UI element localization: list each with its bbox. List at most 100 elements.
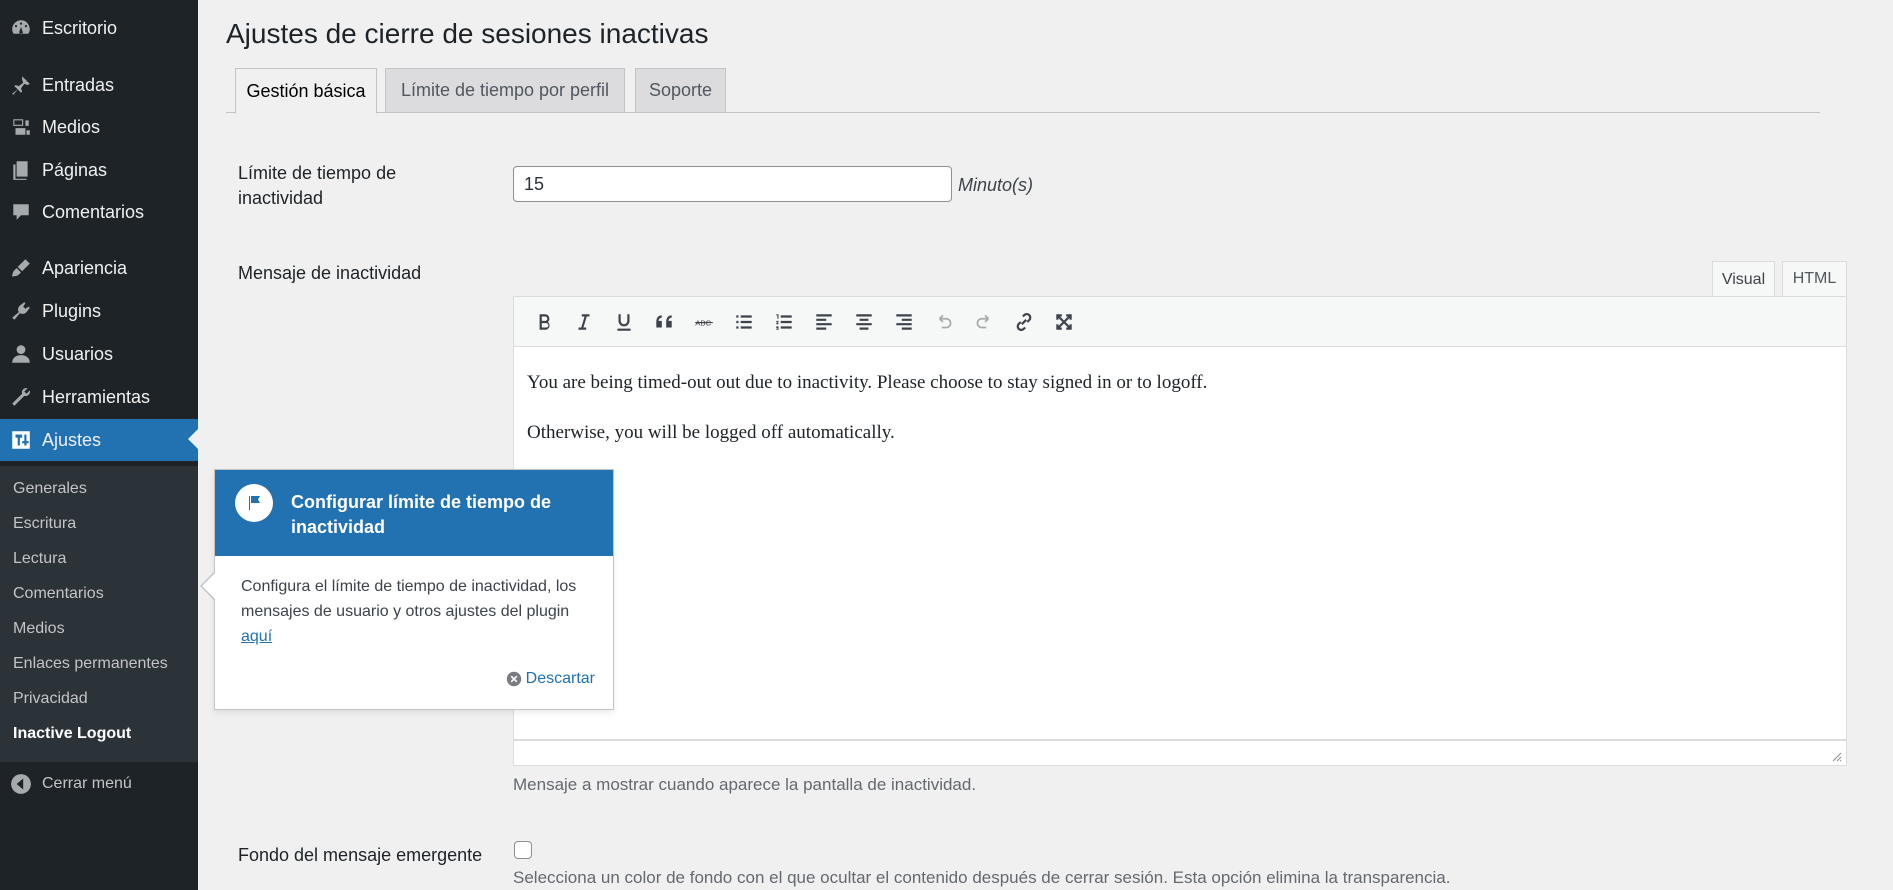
editor-paragraph: Otherwise, you will be logged off automa… bbox=[527, 422, 895, 443]
sidebar-item-paginas[interactable]: Páginas bbox=[0, 150, 198, 190]
pages-icon bbox=[0, 159, 42, 181]
sidebar-item-escritorio[interactable]: Escritorio bbox=[0, 8, 198, 48]
numbered-list-button[interactable] bbox=[764, 302, 804, 342]
sidebar-item-comentarios[interactable]: Comentarios bbox=[0, 192, 198, 232]
pointer-arrow-inner bbox=[202, 573, 215, 599]
submenu-item-lectura[interactable]: Lectura bbox=[13, 550, 66, 568]
submenu-item-medios[interactable]: Medios bbox=[13, 620, 65, 638]
sidebar-item-label: Páginas bbox=[42, 159, 108, 180]
quote-icon bbox=[656, 314, 672, 327]
tab-limite-por-perfil[interactable]: Límite de tiempo por perfil bbox=[385, 68, 625, 113]
align-right-button[interactable] bbox=[884, 302, 924, 342]
wrench-icon bbox=[0, 386, 42, 408]
underline-button[interactable] bbox=[604, 302, 644, 342]
collapse-menu-label: Cerrar menú bbox=[42, 775, 132, 792]
sidebar-item-ajustes[interactable]: Ajustes bbox=[0, 419, 198, 461]
message-label: Mensaje de inactividad bbox=[238, 263, 422, 283]
fullscreen-button[interactable] bbox=[1044, 302, 1084, 342]
editor-paragraph: You are being timed-out out due to inact… bbox=[527, 372, 1208, 393]
dismiss-button[interactable]: Descartar bbox=[506, 670, 595, 688]
close-circle-icon bbox=[506, 671, 521, 687]
settings-icon bbox=[0, 429, 42, 451]
page-title: Ajustes de cierre de sesiones inactivas bbox=[226, 18, 709, 49]
media-icon bbox=[0, 116, 42, 138]
tab-soporte[interactable]: Soporte bbox=[635, 68, 726, 113]
onboarding-pointer: Configurar límite de tiempo de inactivid… bbox=[214, 469, 614, 710]
editor-toolbar: ABC bbox=[513, 296, 1847, 347]
sidebar-item-apariencia[interactable]: Apariencia bbox=[0, 248, 198, 288]
redo-icon bbox=[976, 314, 990, 328]
undo-icon bbox=[938, 314, 952, 328]
flag-icon bbox=[235, 484, 273, 522]
align-center-button[interactable] bbox=[844, 302, 884, 342]
collapse-arrow-icon bbox=[0, 773, 42, 795]
sidebar-item-label: Entradas bbox=[42, 74, 115, 95]
sidebar-item-label: Escritorio bbox=[42, 17, 118, 38]
sidebar-item-label: Usuarios bbox=[42, 343, 114, 364]
collapse-menu-button[interactable]: Cerrar menú bbox=[0, 764, 198, 804]
sidebar-item-entradas[interactable]: Entradas bbox=[0, 65, 198, 105]
italic-button[interactable] bbox=[564, 302, 604, 342]
resize-handle-icon[interactable] bbox=[1830, 750, 1842, 762]
background-help-text: Selecciona un color de fondo con el que … bbox=[513, 868, 1451, 887]
settings-submenu: Generales Escritura Lectura Comentarios … bbox=[0, 466, 198, 762]
blockquote-button[interactable] bbox=[644, 302, 684, 342]
bullet-list-button[interactable] bbox=[724, 302, 764, 342]
numbered-list-icon bbox=[776, 313, 792, 330]
sidebar-item-label: Apariencia bbox=[42, 257, 128, 278]
tab-html[interactable]: HTML bbox=[1782, 261, 1847, 297]
tab-gestion-basica[interactable]: Gestión básica bbox=[235, 68, 377, 114]
submenu-item-inactive-logout[interactable]: Inactive Logout bbox=[13, 725, 131, 743]
editor-statusbar bbox=[513, 740, 1847, 766]
redo-button[interactable] bbox=[964, 302, 1004, 342]
settings-tabs: Gestión básica Límite de tiempo por perf… bbox=[226, 68, 1820, 114]
submenu-item-generales[interactable]: Generales bbox=[13, 480, 87, 498]
sidebar-item-herramientas[interactable]: Herramientas bbox=[0, 377, 198, 417]
brush-icon bbox=[0, 257, 42, 279]
align-left-button[interactable] bbox=[804, 302, 844, 342]
align-right-icon bbox=[896, 313, 912, 330]
pointer-body: Configura el límite de tiempo de inactiv… bbox=[241, 574, 591, 649]
comments-icon bbox=[0, 201, 42, 223]
background-checkbox[interactable] bbox=[514, 841, 532, 859]
submenu-item-escritura[interactable]: Escritura bbox=[13, 515, 76, 533]
italic-icon bbox=[578, 313, 590, 330]
message-help-text: Mensaje a mostrar cuando aparece la pant… bbox=[513, 775, 977, 794]
undo-button[interactable] bbox=[924, 302, 964, 342]
bold-button[interactable] bbox=[524, 302, 564, 342]
user-icon bbox=[0, 343, 42, 365]
sidebar-item-plugins[interactable]: Plugins bbox=[0, 291, 198, 331]
align-center-icon bbox=[856, 313, 872, 330]
timeout-input[interactable] bbox=[513, 166, 952, 202]
sidebar-item-label: Herramientas bbox=[42, 386, 151, 407]
dismiss-label: Descartar bbox=[525, 670, 595, 687]
pointer-link[interactable]: aquí bbox=[241, 628, 272, 645]
underline-icon bbox=[617, 313, 631, 331]
strikethrough-button[interactable]: ABC bbox=[684, 302, 724, 342]
admin-sidebar: Escritorio Entradas Medios Páginas Comen… bbox=[0, 0, 198, 890]
strikethrough-icon: ABC bbox=[695, 318, 713, 327]
pointer-title: Configurar límite de tiempo de inactivid… bbox=[291, 492, 552, 537]
fullscreen-icon bbox=[1056, 313, 1072, 330]
submenu-item-privacidad[interactable]: Privacidad bbox=[13, 690, 88, 708]
submenu-item-enlaces-permanentes[interactable]: Enlaces permanentes bbox=[13, 655, 168, 673]
bold-icon bbox=[539, 313, 550, 330]
submenu-item-comentarios[interactable]: Comentarios bbox=[13, 585, 104, 603]
sidebar-item-label: Plugins bbox=[42, 300, 102, 321]
sidebar-item-label: Comentarios bbox=[42, 201, 145, 222]
background-label: Fondo del mensaje emergente bbox=[238, 845, 483, 865]
sidebar-item-medios[interactable]: Medios bbox=[0, 107, 198, 147]
sidebar-item-usuarios[interactable]: Usuarios bbox=[0, 334, 198, 374]
sidebar-item-label: Ajustes bbox=[42, 429, 102, 450]
dashboard-icon bbox=[0, 17, 42, 39]
sidebar-item-label: Medios bbox=[42, 116, 101, 137]
link-icon bbox=[1016, 312, 1032, 331]
align-left-icon bbox=[816, 313, 832, 330]
tab-visual[interactable]: Visual bbox=[1712, 261, 1775, 298]
timeout-label: Límite de tiempo de inactividad bbox=[238, 163, 397, 208]
pin-icon bbox=[0, 74, 42, 96]
timeout-unit: Minuto(s) bbox=[958, 175, 1034, 195]
message-editor[interactable]: You are being timed-out out due to inact… bbox=[513, 347, 1847, 740]
bullet-list-icon bbox=[736, 314, 752, 329]
insert-link-button[interactable] bbox=[1004, 302, 1044, 342]
